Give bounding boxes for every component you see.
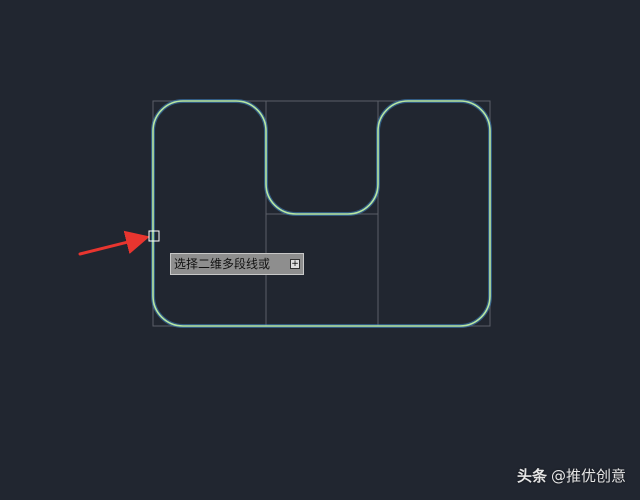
- watermark-handle: @推优创意: [550, 467, 626, 485]
- watermark-brand: 头条: [516, 467, 547, 485]
- polyline-outline[interactable]: [152, 100, 491, 327]
- command-prompt-tooltip[interactable]: 选择二维多段线或 +: [170, 253, 304, 275]
- prompt-text: 选择二维多段线或: [174, 257, 271, 271]
- plus-box-icon[interactable]: +: [290, 259, 300, 269]
- watermark: 头条 @推优创意: [517, 465, 626, 486]
- red-arrow-icon: [78, 230, 150, 256]
- drawing-canvas[interactable]: [0, 0, 640, 500]
